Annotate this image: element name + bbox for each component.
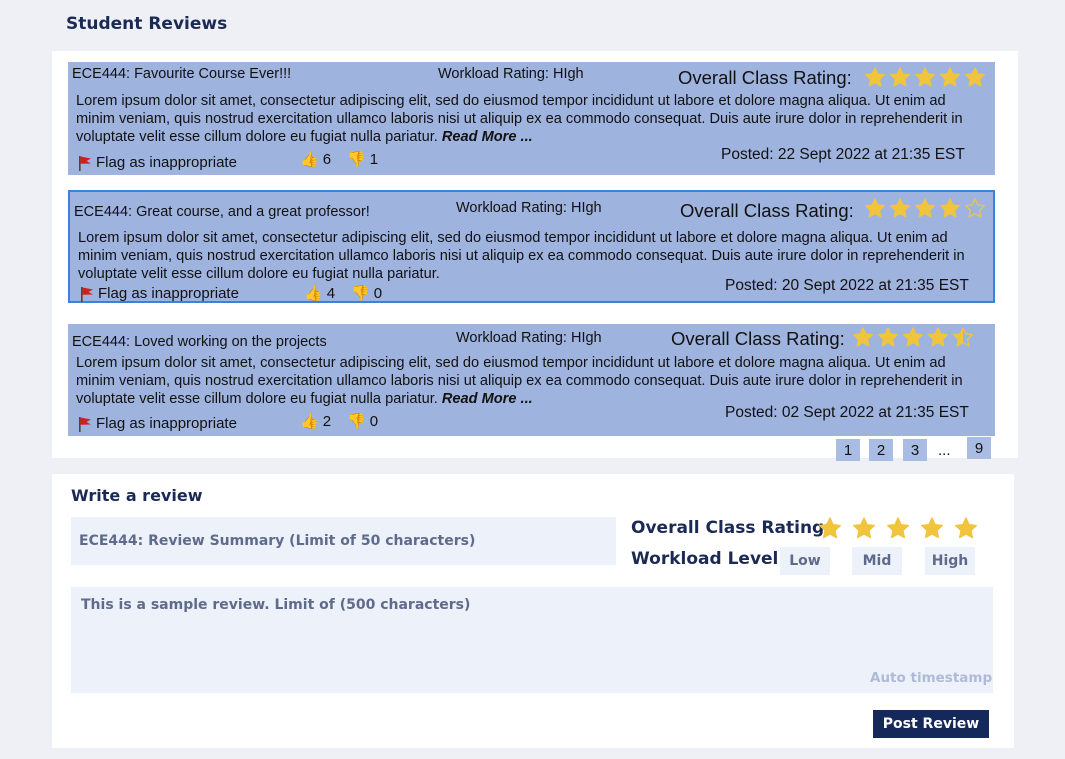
review-rating-label: Overall Class Rating: xyxy=(680,200,854,221)
thumbs-up-icon[interactable]: 👍 xyxy=(300,152,319,167)
flag-button[interactable]: Flag as inappropriate xyxy=(80,285,239,302)
workload-mid-button[interactable]: Mid xyxy=(852,547,902,575)
thumbs-down-count: 1 xyxy=(369,151,379,168)
star-icon xyxy=(864,198,886,218)
thumbs-down-icon[interactable]: 👎 xyxy=(351,286,370,301)
thumbs-up-count: 2 xyxy=(322,413,332,430)
star-icon xyxy=(955,517,977,539)
flag-button[interactable]: Flag as inappropriate xyxy=(78,154,237,171)
star-icon xyxy=(939,198,961,218)
form-rating-label: Overall Class Rating: xyxy=(631,518,832,538)
read-more-link[interactable]: Read More ... xyxy=(442,391,533,407)
vote-counts: 👍 6 👎 1 xyxy=(300,151,378,168)
star-icon xyxy=(877,327,899,347)
flag-button[interactable]: Flag as inappropriate xyxy=(78,415,237,432)
thumbs-down-icon[interactable]: 👎 xyxy=(347,414,366,429)
review-body: Lorem ipsum dolor sit amet, consectetur … xyxy=(76,92,988,146)
star-icon xyxy=(819,517,841,539)
star-icon xyxy=(889,67,911,87)
review-card: ECE444: Great course, and a great profes… xyxy=(68,190,995,303)
review-title: ECE444: Loved working on the projects xyxy=(72,334,327,350)
review-rating-stars xyxy=(864,66,986,88)
pagination-ellipsis: ... xyxy=(938,442,951,459)
vote-counts: 👍 4 👎 0 xyxy=(304,285,382,302)
review-card: ECE444: Favourite Course Ever!!! Workloa… xyxy=(68,62,995,175)
review-workload: Workload Rating: HIgh xyxy=(456,330,602,346)
review-body: Lorem ipsum dolor sit amet, consectetur … xyxy=(76,354,988,408)
review-rating-stars xyxy=(852,326,974,348)
post-review-button[interactable]: Post Review xyxy=(873,710,989,738)
read-more-link[interactable]: Read More ... xyxy=(442,129,533,145)
star-icon xyxy=(952,327,974,347)
review-posted-date: Posted: 22 Sept 2022 at 21:35 EST xyxy=(721,146,965,163)
thumbs-down-count: 0 xyxy=(369,413,379,430)
review-rating-label: Overall Class Rating: xyxy=(671,328,845,349)
thumbs-up-count: 6 xyxy=(322,151,332,168)
review-title: ECE444: Favourite Course Ever!!! xyxy=(72,66,292,82)
vote-counts: 👍 2 👎 0 xyxy=(300,413,378,430)
write-review-title: Write a review xyxy=(71,486,203,505)
thumbs-up-count: 4 xyxy=(326,285,336,302)
page-title: Student Reviews xyxy=(66,14,228,34)
review-rating-stars xyxy=(864,197,986,219)
review-workload: Workload Rating: HIgh xyxy=(456,200,602,216)
workload-level-label: Workload Level: xyxy=(631,549,786,569)
thumbs-down-icon[interactable]: 👎 xyxy=(347,152,366,167)
page-button-1[interactable]: 1 xyxy=(836,439,860,461)
star-icon xyxy=(921,517,943,539)
star-icon xyxy=(852,327,874,347)
flag-icon xyxy=(78,155,92,171)
rating-input-stars[interactable] xyxy=(818,516,978,540)
star-icon xyxy=(887,517,909,539)
page-button-2[interactable]: 2 xyxy=(869,439,893,461)
workload-low-button[interactable]: Low xyxy=(780,547,830,575)
star-icon xyxy=(914,67,936,87)
review-posted-date: Posted: 02 Sept 2022 at 21:35 EST xyxy=(725,404,969,421)
review-workload: Workload Rating: HIgh xyxy=(438,66,584,82)
star-icon xyxy=(889,198,911,218)
flag-icon xyxy=(78,416,92,432)
page-button-last[interactable]: 9 xyxy=(967,437,991,459)
page-button-3[interactable]: 3 xyxy=(903,439,927,461)
star-icon xyxy=(914,198,936,218)
auto-timestamp-label: Auto timestamp xyxy=(870,670,993,686)
star-icon xyxy=(927,327,949,347)
star-icon xyxy=(964,67,986,87)
flag-icon xyxy=(80,286,94,302)
workload-high-button[interactable]: High xyxy=(925,547,975,575)
review-posted-date: Posted: 20 Sept 2022 at 21:35 EST xyxy=(725,277,969,294)
flag-label: Flag as inappropriate xyxy=(96,154,237,171)
star-icon xyxy=(939,67,961,87)
review-title: ECE444: Great course, and a great profes… xyxy=(74,204,370,220)
review-rating-label: Overall Class Rating: xyxy=(678,67,852,88)
star-icon xyxy=(964,198,986,218)
flag-label: Flag as inappropriate xyxy=(98,285,239,302)
flag-label: Flag as inappropriate xyxy=(96,415,237,432)
star-icon xyxy=(864,67,886,87)
review-body: Lorem ipsum dolor sit amet, consectetur … xyxy=(78,229,990,283)
thumbs-down-count: 0 xyxy=(373,285,383,302)
star-icon xyxy=(853,517,875,539)
review-card: ECE444: Loved working on the projects Wo… xyxy=(68,324,995,436)
thumbs-up-icon[interactable]: 👍 xyxy=(300,414,319,429)
thumbs-up-icon[interactable]: 👍 xyxy=(304,286,323,301)
review-text-input[interactable] xyxy=(71,587,993,693)
review-summary-input[interactable] xyxy=(71,517,616,565)
review-body-text: Lorem ipsum dolor sit amet, consectetur … xyxy=(78,230,965,282)
star-icon xyxy=(902,327,924,347)
